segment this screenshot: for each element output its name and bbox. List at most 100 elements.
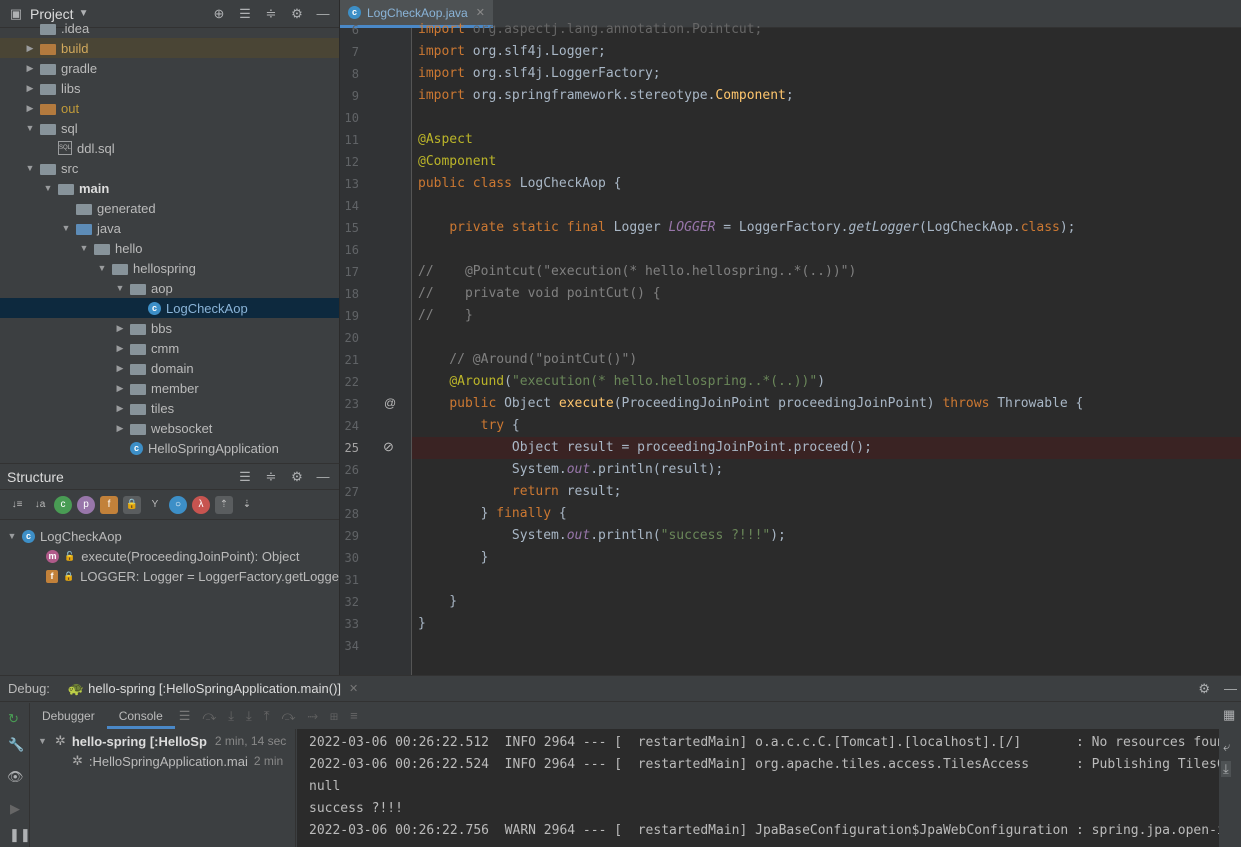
- sort-by-visibility-icon[interactable]: ↓≡: [8, 496, 26, 514]
- show-anonymous-icon[interactable]: ○: [169, 495, 187, 514]
- debug-session-tab[interactable]: hello-spring [:HelloSpringApplication.ma…: [88, 681, 341, 696]
- show-inherited-icon[interactable]: c: [54, 495, 72, 514]
- tree-item[interactable]: ▶ gradle: [0, 58, 339, 78]
- tree-item[interactable]: ▶ build: [0, 38, 339, 58]
- tree-item[interactable]: ▼ hellospring: [0, 258, 339, 278]
- tree-item[interactable]: ▶ libs: [0, 78, 339, 98]
- line-number[interactable]: 28: [339, 507, 359, 521]
- rerun-icon[interactable]: ↻: [8, 711, 19, 727]
- chevron-right-icon[interactable]: ▶: [24, 43, 36, 54]
- wrench-icon[interactable]: 🔧: [8, 737, 24, 753]
- tree-item[interactable]: generated: [0, 198, 339, 218]
- chevron-down-icon[interactable]: ▼: [78, 243, 90, 253]
- chevron-right-icon[interactable]: ▶: [114, 343, 126, 354]
- chevron-right-icon[interactable]: ▶: [24, 63, 36, 74]
- line-number[interactable]: 26: [339, 463, 359, 477]
- tree-item[interactable]: ▶ cmm: [0, 338, 339, 358]
- line-number[interactable]: 11: [339, 133, 359, 147]
- close-icon[interactable]: ✕: [349, 682, 358, 695]
- resume-icon[interactable]: ▶: [10, 801, 20, 817]
- tree-item[interactable]: ▶ websocket: [0, 418, 339, 438]
- autoscroll-from-source-icon[interactable]: ⇣: [238, 496, 256, 514]
- layout-icon[interactable]: ▦: [1223, 707, 1235, 723]
- show-lambdas-icon[interactable]: Y: [146, 496, 164, 514]
- line-number[interactable]: 25: [339, 441, 359, 455]
- line-number[interactable]: 13: [339, 177, 359, 191]
- line-number[interactable]: 12: [339, 155, 359, 169]
- line-number[interactable]: 17: [339, 265, 359, 279]
- chevron-down-icon[interactable]: ▼: [42, 183, 54, 193]
- show-non-public-icon[interactable]: 🔒: [123, 495, 141, 514]
- chevron-down-icon[interactable]: ▼: [60, 223, 72, 233]
- console-output[interactable]: success ?!!! 2022-03-06 00:26:22.512 INFO…: [297, 729, 1219, 847]
- tree-item[interactable]: c HelloSpringApplication: [0, 438, 339, 458]
- tree-item[interactable]: c LogCheckAop: [0, 298, 339, 318]
- line-number[interactable]: 15: [339, 221, 359, 235]
- line-number[interactable]: 34: [339, 639, 359, 653]
- menu-icon[interactable]: ☰: [179, 708, 191, 724]
- scroll-to-end-icon[interactable]: ⤓: [1221, 761, 1231, 777]
- pause-icon[interactable]: ❚❚: [9, 827, 31, 843]
- chevron-right-icon[interactable]: ▶: [114, 363, 126, 374]
- structure-root[interactable]: ▼ c LogCheckAop: [0, 526, 339, 546]
- tree-item[interactable]: .idea: [0, 18, 339, 38]
- tree-item[interactable]: ▼ hello: [0, 238, 339, 258]
- tree-item[interactable]: ▶ tiles: [0, 398, 339, 418]
- line-number[interactable]: 33: [339, 617, 359, 631]
- tree-item[interactable]: ▼ aop: [0, 278, 339, 298]
- line-number[interactable]: 14: [339, 199, 359, 213]
- show-properties-icon[interactable]: p: [77, 495, 95, 514]
- tree-item[interactable]: ▼ java: [0, 218, 339, 238]
- chevron-down-icon[interactable]: ▼: [96, 263, 108, 273]
- structure-member[interactable]: f 🔒 LOGGER: Logger = LoggerFactory.getLo…: [0, 566, 339, 586]
- line-number[interactable]: 18: [339, 287, 359, 301]
- frame-row[interactable]: ✲ :HelloSpringApplication.mai 2 min: [72, 753, 283, 769]
- chevron-right-icon[interactable]: ▶: [114, 383, 126, 394]
- line-number[interactable]: 19: [339, 309, 359, 323]
- tab-debugger[interactable]: Debugger: [30, 703, 107, 729]
- chevron-right-icon[interactable]: ▶: [114, 323, 126, 334]
- sort-alpha-icon[interactable]: ↓a: [31, 496, 49, 514]
- line-number[interactable]: 32: [339, 595, 359, 609]
- line-number[interactable]: 20: [339, 331, 359, 345]
- chevron-down-icon[interactable]: ▼: [114, 283, 126, 293]
- line-number[interactable]: 30: [339, 551, 359, 565]
- breakpoint-disabled-icon[interactable]: ⊘: [383, 439, 394, 455]
- close-icon[interactable]: ✕: [476, 6, 485, 19]
- chevron-down-icon[interactable]: ▼: [6, 531, 18, 541]
- gear-icon[interactable]: ⚙: [1198, 681, 1210, 697]
- minimize-icon[interactable]: —: [313, 467, 333, 487]
- chevron-down-icon[interactable]: ▼: [24, 123, 36, 133]
- line-number[interactable]: 22: [339, 375, 359, 389]
- tree-item[interactable]: ▼ main: [0, 178, 339, 198]
- line-number[interactable]: 10: [339, 111, 359, 125]
- line-number[interactable]: 24: [339, 419, 359, 433]
- tree-item[interactable]: ▼ src: [0, 158, 339, 178]
- override-gutter-icon[interactable]: @: [384, 396, 396, 410]
- autoscroll-to-source-icon[interactable]: ⇡: [215, 495, 233, 514]
- eye-icon[interactable]: 👁: [7, 769, 24, 785]
- tree-item[interactable]: ▼ sql: [0, 118, 339, 138]
- line-number[interactable]: 7: [339, 45, 359, 59]
- line-number[interactable]: 16: [339, 243, 359, 257]
- line-number[interactable]: 6: [339, 23, 359, 37]
- chevron-right-icon[interactable]: ▶: [24, 83, 36, 94]
- line-number[interactable]: 31: [339, 573, 359, 587]
- wrap-icon[interactable]: ⤶: [1223, 739, 1230, 755]
- chevron-down-icon[interactable]: ▼: [38, 736, 47, 746]
- tree-item[interactable]: SQL ddl.sql: [0, 138, 339, 158]
- line-number[interactable]: 9: [339, 89, 359, 103]
- structure-member[interactable]: m 🔓 execute(ProceedingJoinPoint): Object: [0, 546, 339, 566]
- minimize-icon[interactable]: —: [1224, 681, 1237, 696]
- tree-item[interactable]: ▶ bbs: [0, 318, 339, 338]
- line-number[interactable]: 27: [339, 485, 359, 499]
- chevron-right-icon[interactable]: ▶: [114, 423, 126, 434]
- tree-item[interactable]: ▶ member: [0, 378, 339, 398]
- line-number[interactable]: 21: [339, 353, 359, 367]
- tab-console[interactable]: Console: [106, 703, 175, 729]
- gear-icon[interactable]: ⚙: [287, 467, 307, 487]
- show-fields-icon[interactable]: f: [100, 495, 118, 514]
- chevron-right-icon[interactable]: ▶: [24, 103, 36, 114]
- chevron-down-icon[interactable]: ▼: [24, 163, 36, 173]
- tree-item[interactable]: ▶ out: [0, 98, 339, 118]
